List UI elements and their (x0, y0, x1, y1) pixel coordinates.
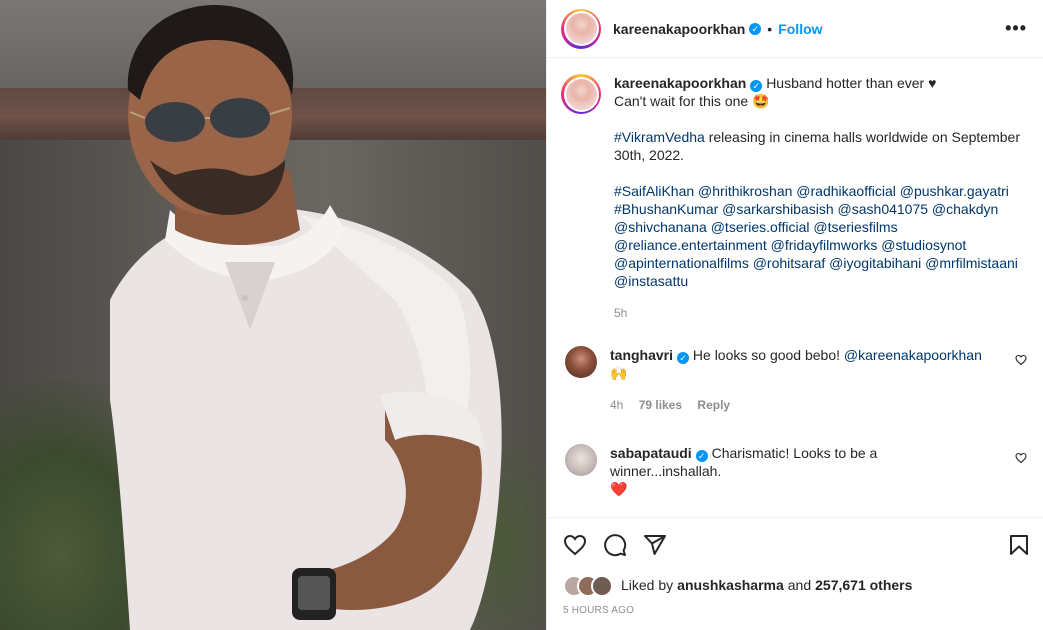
comment-like-heart-icon[interactable] (1015, 354, 1027, 366)
heart-icon[interactable] (563, 533, 587, 557)
reply-button[interactable]: Reply (697, 398, 730, 412)
posted-time[interactable]: 5 HOURS AGO (547, 599, 1043, 616)
comment-item: tanghavri ✓ He looks so good bebo! @karee… (561, 346, 1027, 414)
caption-line-1: Husband hotter than ever (766, 75, 925, 91)
heart-emoji: ♥ (928, 75, 937, 91)
liker-avatar (591, 575, 613, 597)
likes-summary: Liked by anushkasharma and 257,671 other… (547, 571, 1043, 599)
comment-text: He looks so good bebo! (692, 347, 844, 363)
action-bar (547, 517, 1043, 571)
verified-badge-icon: ✓ (749, 22, 762, 35)
comment-emoji: 🙌 (610, 365, 628, 381)
caption-username[interactable]: kareenakapoorkhan (614, 75, 746, 91)
share-icon[interactable] (643, 533, 667, 557)
bookmark-icon[interactable] (1007, 533, 1031, 557)
comment-like-heart-icon[interactable] (1015, 452, 1027, 464)
caption-line-4: 30th, 2022. (614, 147, 685, 163)
mention-link[interactable]: @kareenakapoorkhan (844, 347, 982, 363)
caption-text: kareenakapoorkhan ✓ Husband hotter than e… (614, 74, 1026, 322)
comment-item: sabapataudi ✓ Charismatic! Looks to be a … (561, 444, 1027, 498)
comment-emoji: ❤️ (610, 481, 628, 497)
caption-line-3: releasing in cinema halls worldwide on S… (704, 129, 1020, 145)
verified-badge-icon: ✓ (695, 450, 708, 462)
man-in-white-polo-illustration (110, 5, 502, 630)
post-details-panel: kareenakapoorkhan ✓ • Follow ••• kareena… (546, 0, 1043, 630)
caption-line-2: Can't wait for this one (614, 93, 749, 109)
commenter-username[interactable]: tanghavri (610, 347, 673, 363)
tags-line-3[interactable]: @shivchanana @tseries.official @tseriesf… (614, 218, 1026, 236)
tags-line-5[interactable]: @apinternationalfilms @rohitsaraf @iyogi… (614, 254, 1026, 272)
comment-time[interactable]: 4h (610, 398, 623, 412)
caption-avatar-image (565, 78, 597, 110)
comment-meta: 4h 79 likes Reply (610, 396, 990, 414)
liker-avatars[interactable] (563, 574, 615, 597)
likes-prefix: Liked by (621, 577, 674, 593)
verified-badge-icon: ✓ (677, 352, 690, 364)
tags-line-1[interactable]: #SaifAliKhan @hrithikroshan @radhikaoffi… (614, 182, 1026, 200)
comment-icon[interactable] (603, 533, 627, 557)
post-modal: kareenakapoorkhan ✓ • Follow ••• kareena… (0, 0, 1043, 630)
author-username[interactable]: kareenakapoorkhan (613, 21, 745, 37)
more-options-icon[interactable]: ••• (1005, 18, 1027, 39)
caption: kareenakapoorkhan ✓ Husband hotter than e… (561, 74, 1027, 322)
likes-and: and (787, 577, 812, 593)
header-separator: • (767, 20, 773, 37)
commenter-username[interactable]: sabapataudi (610, 445, 692, 461)
post-image[interactable] (0, 0, 546, 630)
follow-button[interactable]: Follow (778, 21, 822, 37)
commenter-avatar[interactable] (565, 444, 597, 476)
commenter-avatar[interactable] (565, 346, 597, 378)
star-eyes-emoji: 🤩 (752, 93, 770, 109)
tags-line-6[interactable]: @instasattu (614, 272, 1026, 290)
post-header: kareenakapoorkhan ✓ • Follow ••• (547, 0, 1043, 58)
hashtag-link[interactable]: #VikramVedha (614, 129, 705, 145)
comments-scroll-area[interactable]: kareenakapoorkhan ✓ Husband hotter than e… (547, 58, 1043, 517)
caption-time[interactable]: 5h (614, 304, 1026, 322)
liker-username[interactable]: anushkasharma (677, 577, 784, 593)
author-avatar-image (565, 13, 597, 44)
caption-author-avatar[interactable] (561, 74, 601, 114)
likes-count[interactable]: 257,671 others (815, 577, 912, 593)
author-avatar[interactable] (561, 8, 601, 49)
tags-line-2[interactable]: #BhushanKumar @sarkarshibasish @sash0410… (614, 200, 1026, 218)
verified-badge-icon: ✓ (750, 80, 763, 92)
comment-likes[interactable]: 79 likes (639, 398, 682, 412)
tags-line-4[interactable]: @reliance.entertainment @fridayfilmworks… (614, 236, 1026, 254)
